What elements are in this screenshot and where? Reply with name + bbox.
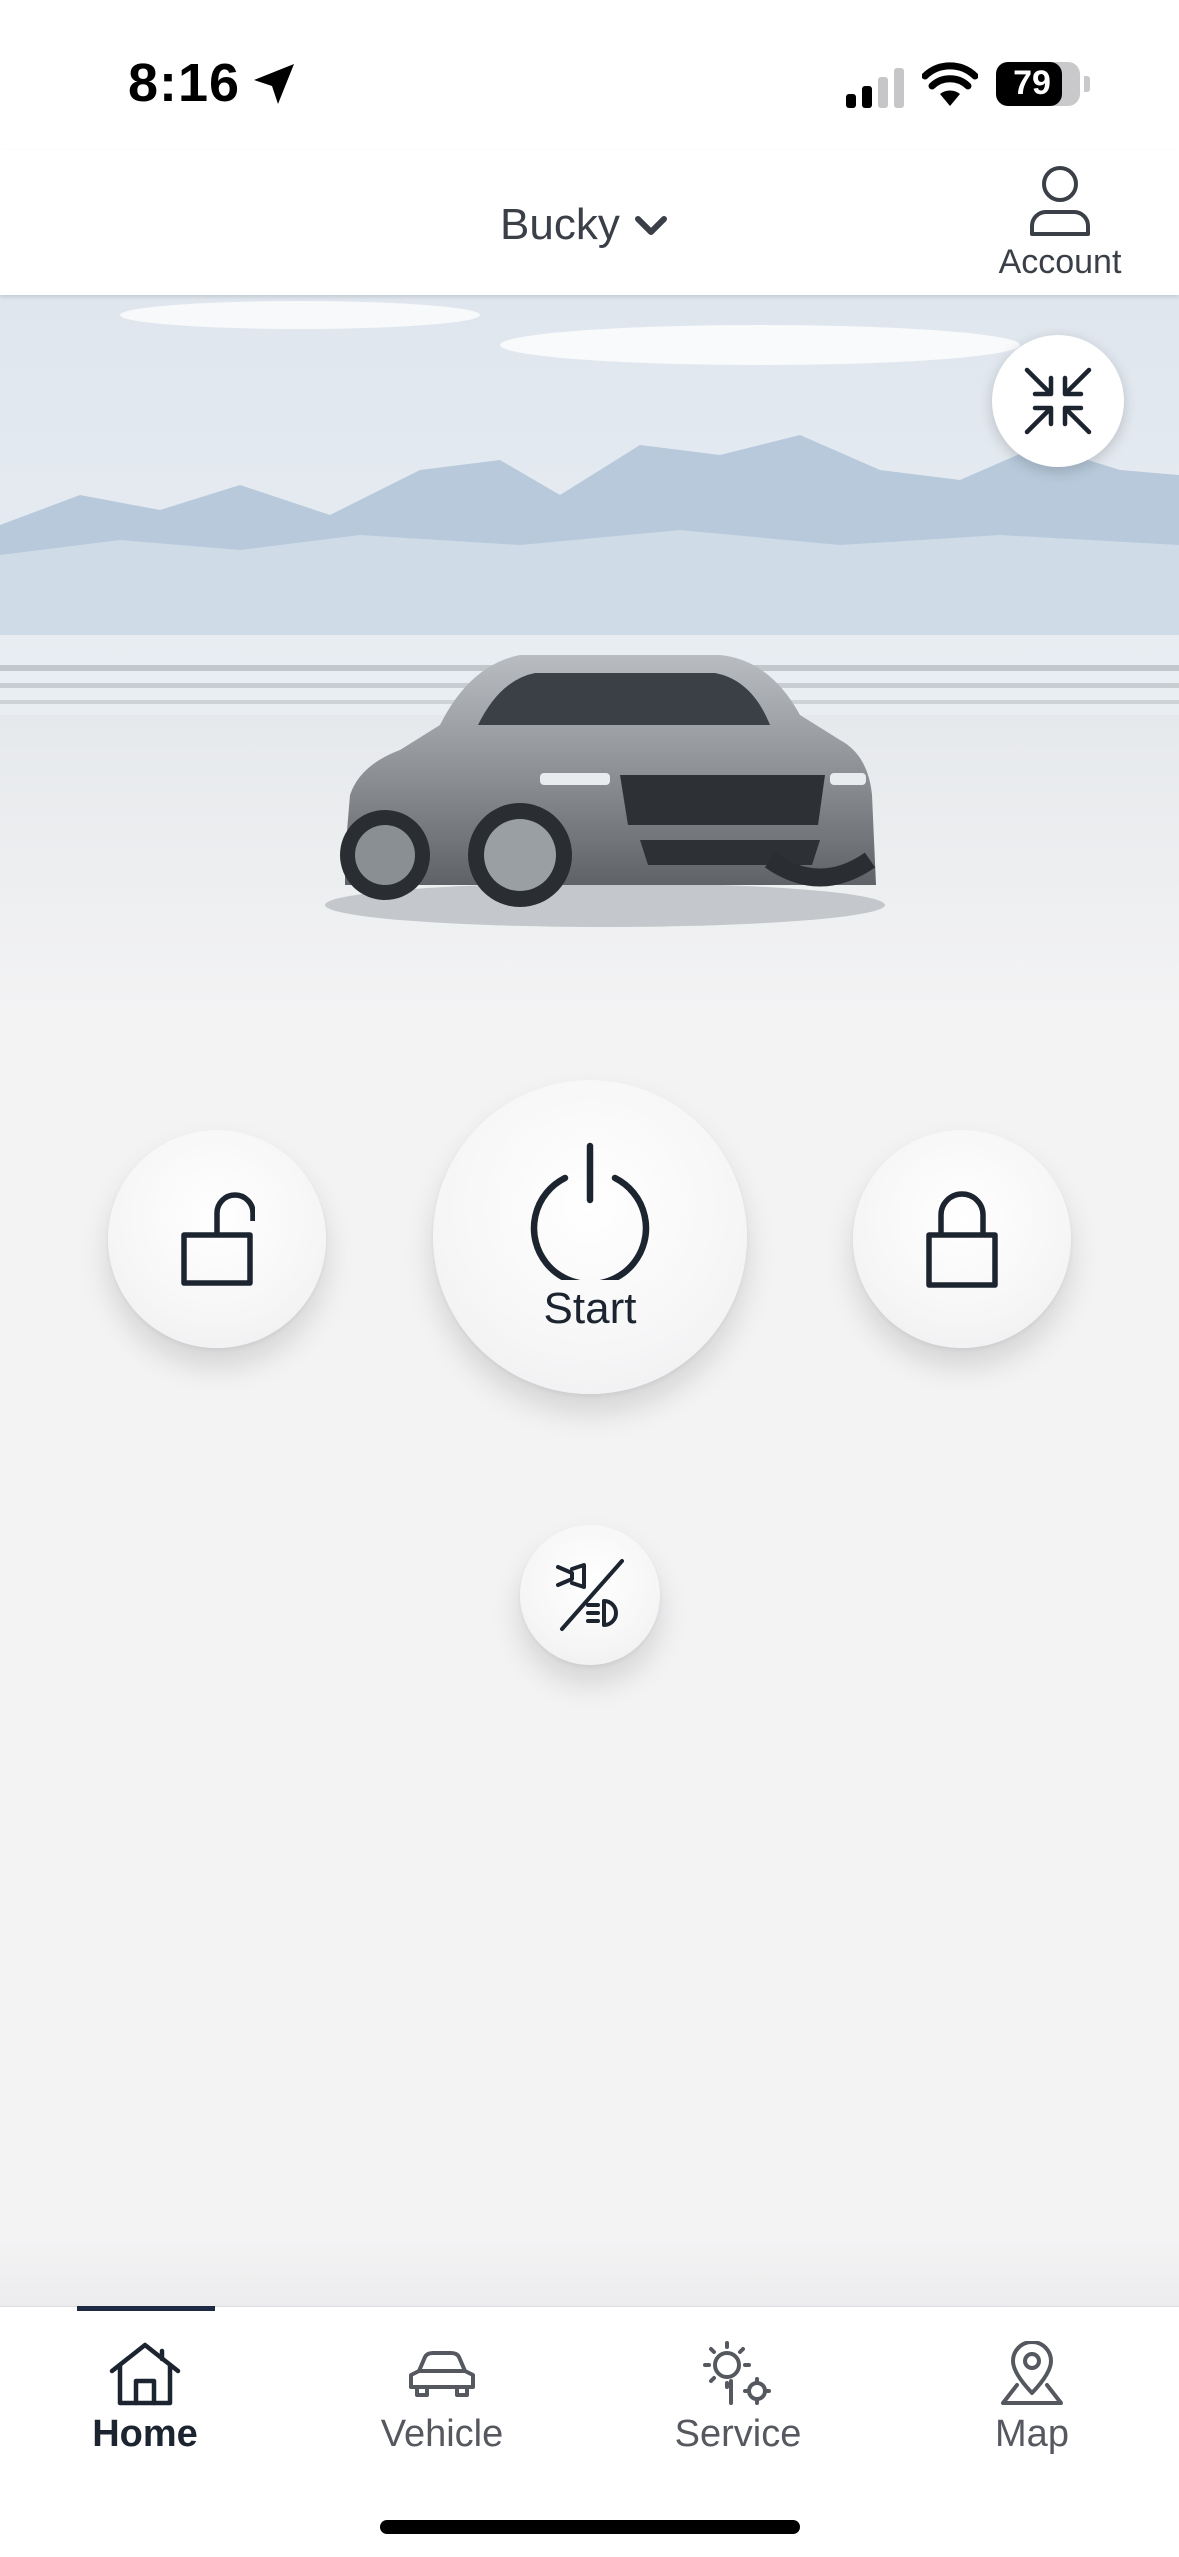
horn-lights-icon — [556, 1559, 624, 1631]
account-button[interactable]: Account — [980, 164, 1140, 282]
status-bar: 8:16 79 — [0, 0, 1179, 150]
active-tab-indicator — [77, 2306, 215, 2311]
person-icon — [1030, 166, 1090, 236]
app-header: Bucky Account — [0, 150, 1179, 295]
tab-map[interactable]: Map — [932, 2307, 1132, 2456]
unlocked-padlock-icon — [181, 1192, 255, 1286]
horn-lights-button[interactable] — [520, 1525, 660, 1665]
location-arrow-icon — [254, 64, 294, 104]
tab-home[interactable]: Home — [45, 2307, 245, 2456]
home-indicator[interactable] — [380, 2520, 800, 2534]
home-icon — [109, 2342, 181, 2406]
lock-button[interactable] — [853, 1130, 1071, 1348]
power-icon — [530, 1142, 650, 1280]
chevron-down-icon — [634, 216, 667, 235]
tab-service-label: Service — [674, 2413, 802, 2455]
start-label: Start — [543, 1284, 637, 1333]
unlock-button[interactable] — [108, 1130, 326, 1348]
battery-percent: 79 — [1013, 64, 1051, 102]
account-label: Account — [998, 243, 1122, 281]
status-time: 8:16 — [128, 53, 241, 113]
wifi-icon — [922, 62, 978, 106]
remote-start-button[interactable]: Start — [433, 1080, 747, 1394]
vehicle-name: Bucky — [500, 200, 620, 249]
collapse-view-button[interactable] — [992, 335, 1124, 467]
tab-service[interactable]: Service — [638, 2307, 838, 2456]
locked-padlock-icon — [926, 1191, 998, 1288]
map-pin-icon — [1001, 2341, 1063, 2405]
tab-map-label: Map — [995, 2413, 1069, 2455]
cellular-signal-icon — [846, 68, 904, 108]
tab-vehicle-label: Vehicle — [380, 2413, 504, 2455]
service-gear-icon — [703, 2341, 771, 2405]
tab-vehicle[interactable]: Vehicle — [342, 2307, 542, 2456]
car-icon — [409, 2351, 475, 2397]
battery-icon: 79 — [996, 62, 1080, 106]
collapse-arrows-icon — [1024, 367, 1092, 435]
vehicle-selector[interactable]: Bucky — [500, 200, 668, 250]
tab-home-label: Home — [92, 2413, 198, 2455]
